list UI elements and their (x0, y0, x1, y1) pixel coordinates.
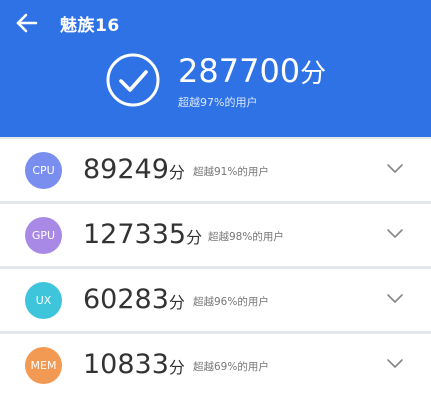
cpu-rank-text: 超越91%的用户 (193, 166, 269, 178)
cpu-score-value: 89249 (83, 154, 169, 185)
score-header: 魅族16 287700分 超越97%的用户 (0, 0, 431, 137)
mem-badge: MEM (25, 347, 62, 384)
gpu-score-unit: 分 (186, 228, 203, 247)
mem-rank-text: 超越69%的用户 (193, 361, 269, 373)
total-rank-text: 超越97%的用户 (178, 96, 258, 109)
total-score-value: 287700 (178, 52, 301, 90)
chevron-down-icon[interactable] (386, 228, 404, 240)
ux-score: 60283分 (83, 282, 185, 321)
arrow-left-icon (16, 13, 38, 33)
cpu-score: 89249分 (83, 152, 185, 191)
total-score: 287700分 (178, 51, 326, 94)
chevron-down-icon[interactable] (386, 163, 404, 175)
mem-score-unit: 分 (168, 358, 185, 377)
mem-score-value: 10833 (83, 349, 169, 380)
cpu-score-unit: 分 (168, 163, 185, 182)
ux-badge: UX (25, 282, 62, 319)
total-score-unit: 分 (300, 59, 327, 89)
ux-score-unit: 分 (168, 293, 185, 312)
gpu-score: 127335分 (83, 217, 202, 256)
mem-score: 10833分 (83, 347, 185, 386)
chevron-down-icon[interactable] (386, 293, 404, 305)
chevron-down-icon[interactable] (386, 358, 404, 370)
check-circle-icon (106, 53, 160, 107)
cpu-badge: CPU (25, 152, 62, 189)
score-row-cpu[interactable]: CPU 89249分 超越91%的用户 (0, 139, 431, 201)
gpu-rank-text: 超越98%的用户 (208, 231, 284, 243)
ux-score-value: 60283 (83, 284, 169, 315)
score-row-mem[interactable]: MEM 10833分 超越69%的用户 (0, 334, 431, 400)
score-row-ux[interactable]: UX 60283分 超越96%的用户 (0, 269, 431, 331)
score-row-gpu[interactable]: GPU 127335分 超越98%的用户 (0, 204, 431, 266)
gpu-badge: GPU (25, 217, 62, 254)
back-button[interactable] (14, 10, 40, 36)
page-title: 魅族16 (60, 16, 120, 36)
ux-rank-text: 超越96%的用户 (193, 296, 269, 308)
gpu-score-value: 127335 (83, 219, 187, 250)
